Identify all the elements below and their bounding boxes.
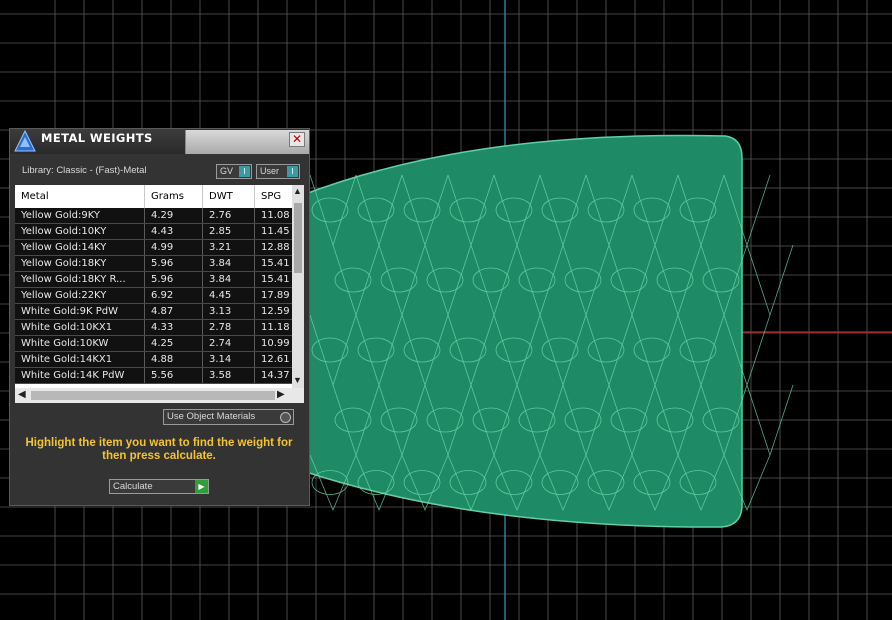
radio-icon[interactable] <box>280 412 291 423</box>
metal-cell: Yellow Gold:22KY <box>15 287 145 304</box>
app-logo-icon <box>14 130 36 152</box>
user-toggle[interactable]: User I <box>256 164 300 179</box>
ring-mesh[interactable] <box>299 134 794 528</box>
instruction-text: Highlight the item you want to find the … <box>25 437 293 462</box>
grams-cell: 4.99 <box>144 239 203 256</box>
metal-cell: White Gold:14K PdW <box>15 367 145 384</box>
dwt-cell: 4.45 <box>202 287 255 304</box>
grams-cell: 4.87 <box>144 303 203 320</box>
gv-indicator-icon: I <box>239 166 250 177</box>
header-dwt[interactable]: DWT <box>202 185 255 208</box>
dwt-cell: 3.21 <box>202 239 255 256</box>
calculate-label: Calculate <box>113 481 153 492</box>
table-row[interactable]: Yellow Gold:18KY R... 5.96 3.84 15.41 <box>15 271 302 288</box>
table-row[interactable]: White Gold:14KX1 4.88 3.14 12.61 <box>15 351 302 368</box>
close-icon[interactable]: ✕ <box>289 132 305 147</box>
scroll-up-icon[interactable]: ▲ <box>293 186 302 196</box>
grams-cell: 5.96 <box>144 271 203 288</box>
table-row[interactable]: White Gold:10KX1 4.33 2.78 11.18 <box>15 319 302 336</box>
grams-cell: 4.43 <box>144 223 203 240</box>
metal-cell: White Gold:10KX1 <box>15 319 145 336</box>
vertical-scrollbar[interactable]: ▲ ▼ <box>292 185 304 388</box>
table-row[interactable]: White Gold:10KW 4.25 2.74 10.99 <box>15 335 302 352</box>
table-row[interactable]: Yellow Gold:9KY 4.29 2.76 11.08 <box>15 208 302 224</box>
scroll-down-icon[interactable]: ▼ <box>293 375 302 385</box>
grams-cell: 6.92 <box>144 287 203 304</box>
grams-cell: 4.33 <box>144 319 203 336</box>
dwt-cell: 2.76 <box>202 208 255 224</box>
panel-title: METAL WEIGHTS <box>41 131 153 145</box>
metal-cell: Yellow Gold:18KY <box>15 255 145 272</box>
calculate-button[interactable]: Calculate ▶ <box>109 479 209 494</box>
table-row[interactable]: Yellow Gold:10KY 4.43 2.85 11.45 <box>15 223 302 240</box>
user-label: User <box>260 166 280 176</box>
grams-cell: 4.88 <box>144 351 203 368</box>
scroll-left-icon[interactable]: ◀ <box>18 389 26 400</box>
dwt-cell: 3.58 <box>202 367 255 384</box>
dwt-cell: 2.85 <box>202 223 255 240</box>
table-header: Metal Grams DWT SPG <box>15 185 302 208</box>
dwt-cell: 3.84 <box>202 255 255 272</box>
horizontal-scrollbar[interactable]: ◀ ▶ <box>15 388 292 403</box>
vertical-scroll-thumb[interactable] <box>294 203 302 273</box>
dwt-cell: 3.84 <box>202 271 255 288</box>
grams-cell: 5.96 <box>144 255 203 272</box>
horizontal-scroll-thumb[interactable] <box>31 391 275 400</box>
table-row[interactable]: White Gold:9K PdW 4.87 3.13 12.59 <box>15 303 302 320</box>
use-object-materials-label: Use Object Materials <box>167 411 256 422</box>
header-grams[interactable]: Grams <box>144 185 203 208</box>
gv-label: GV <box>220 166 234 176</box>
grams-cell: 4.25 <box>144 335 203 352</box>
metal-cell: Yellow Gold:10KY <box>15 223 145 240</box>
dwt-cell: 3.13 <box>202 303 255 320</box>
grams-cell: 5.56 <box>144 367 203 384</box>
metal-cell: White Gold:14KX1 <box>15 351 145 368</box>
table-row[interactable]: Yellow Gold:14KY 4.99 3.21 12.88 <box>15 239 302 256</box>
table-row[interactable]: Yellow Gold:22KY 6.92 4.45 17.89 <box>15 287 302 304</box>
grams-cell: 4.29 <box>144 208 203 224</box>
table-row[interactable]: White Gold:14K PdW 5.56 3.58 14.37 <box>15 367 302 384</box>
gv-toggle[interactable]: GV I <box>216 164 252 179</box>
metal-weights-panel: METAL WEIGHTS ✕ Library: Classic - (Fast… <box>9 128 310 506</box>
library-label: Library: Classic - (Fast)-Metal <box>22 165 147 176</box>
metal-cell: Yellow Gold:18KY R... <box>15 271 145 288</box>
user-indicator-icon: I <box>287 166 298 177</box>
metal-cell: Yellow Gold:9KY <box>15 208 145 224</box>
use-object-materials-toggle[interactable]: Use Object Materials <box>163 409 294 425</box>
dwt-cell: 2.74 <box>202 335 255 352</box>
scroll-right-icon[interactable]: ▶ <box>277 389 285 400</box>
metal-table: Metal Grams DWT SPG Yellow Gold:9KY 4.29 2… <box>15 185 304 403</box>
dwt-cell: 2.78 <box>202 319 255 336</box>
scroll-corner <box>292 388 304 403</box>
metal-cell: White Gold:10KW <box>15 335 145 352</box>
play-arrow-icon[interactable]: ▶ <box>195 480 208 493</box>
header-metal[interactable]: Metal <box>15 185 145 208</box>
table-row[interactable]: Yellow Gold:18KY 5.96 3.84 15.41 <box>15 255 302 272</box>
metal-cell: White Gold:9K PdW <box>15 303 145 320</box>
dwt-cell: 3.14 <box>202 351 255 368</box>
metal-cell: Yellow Gold:14KY <box>15 239 145 256</box>
